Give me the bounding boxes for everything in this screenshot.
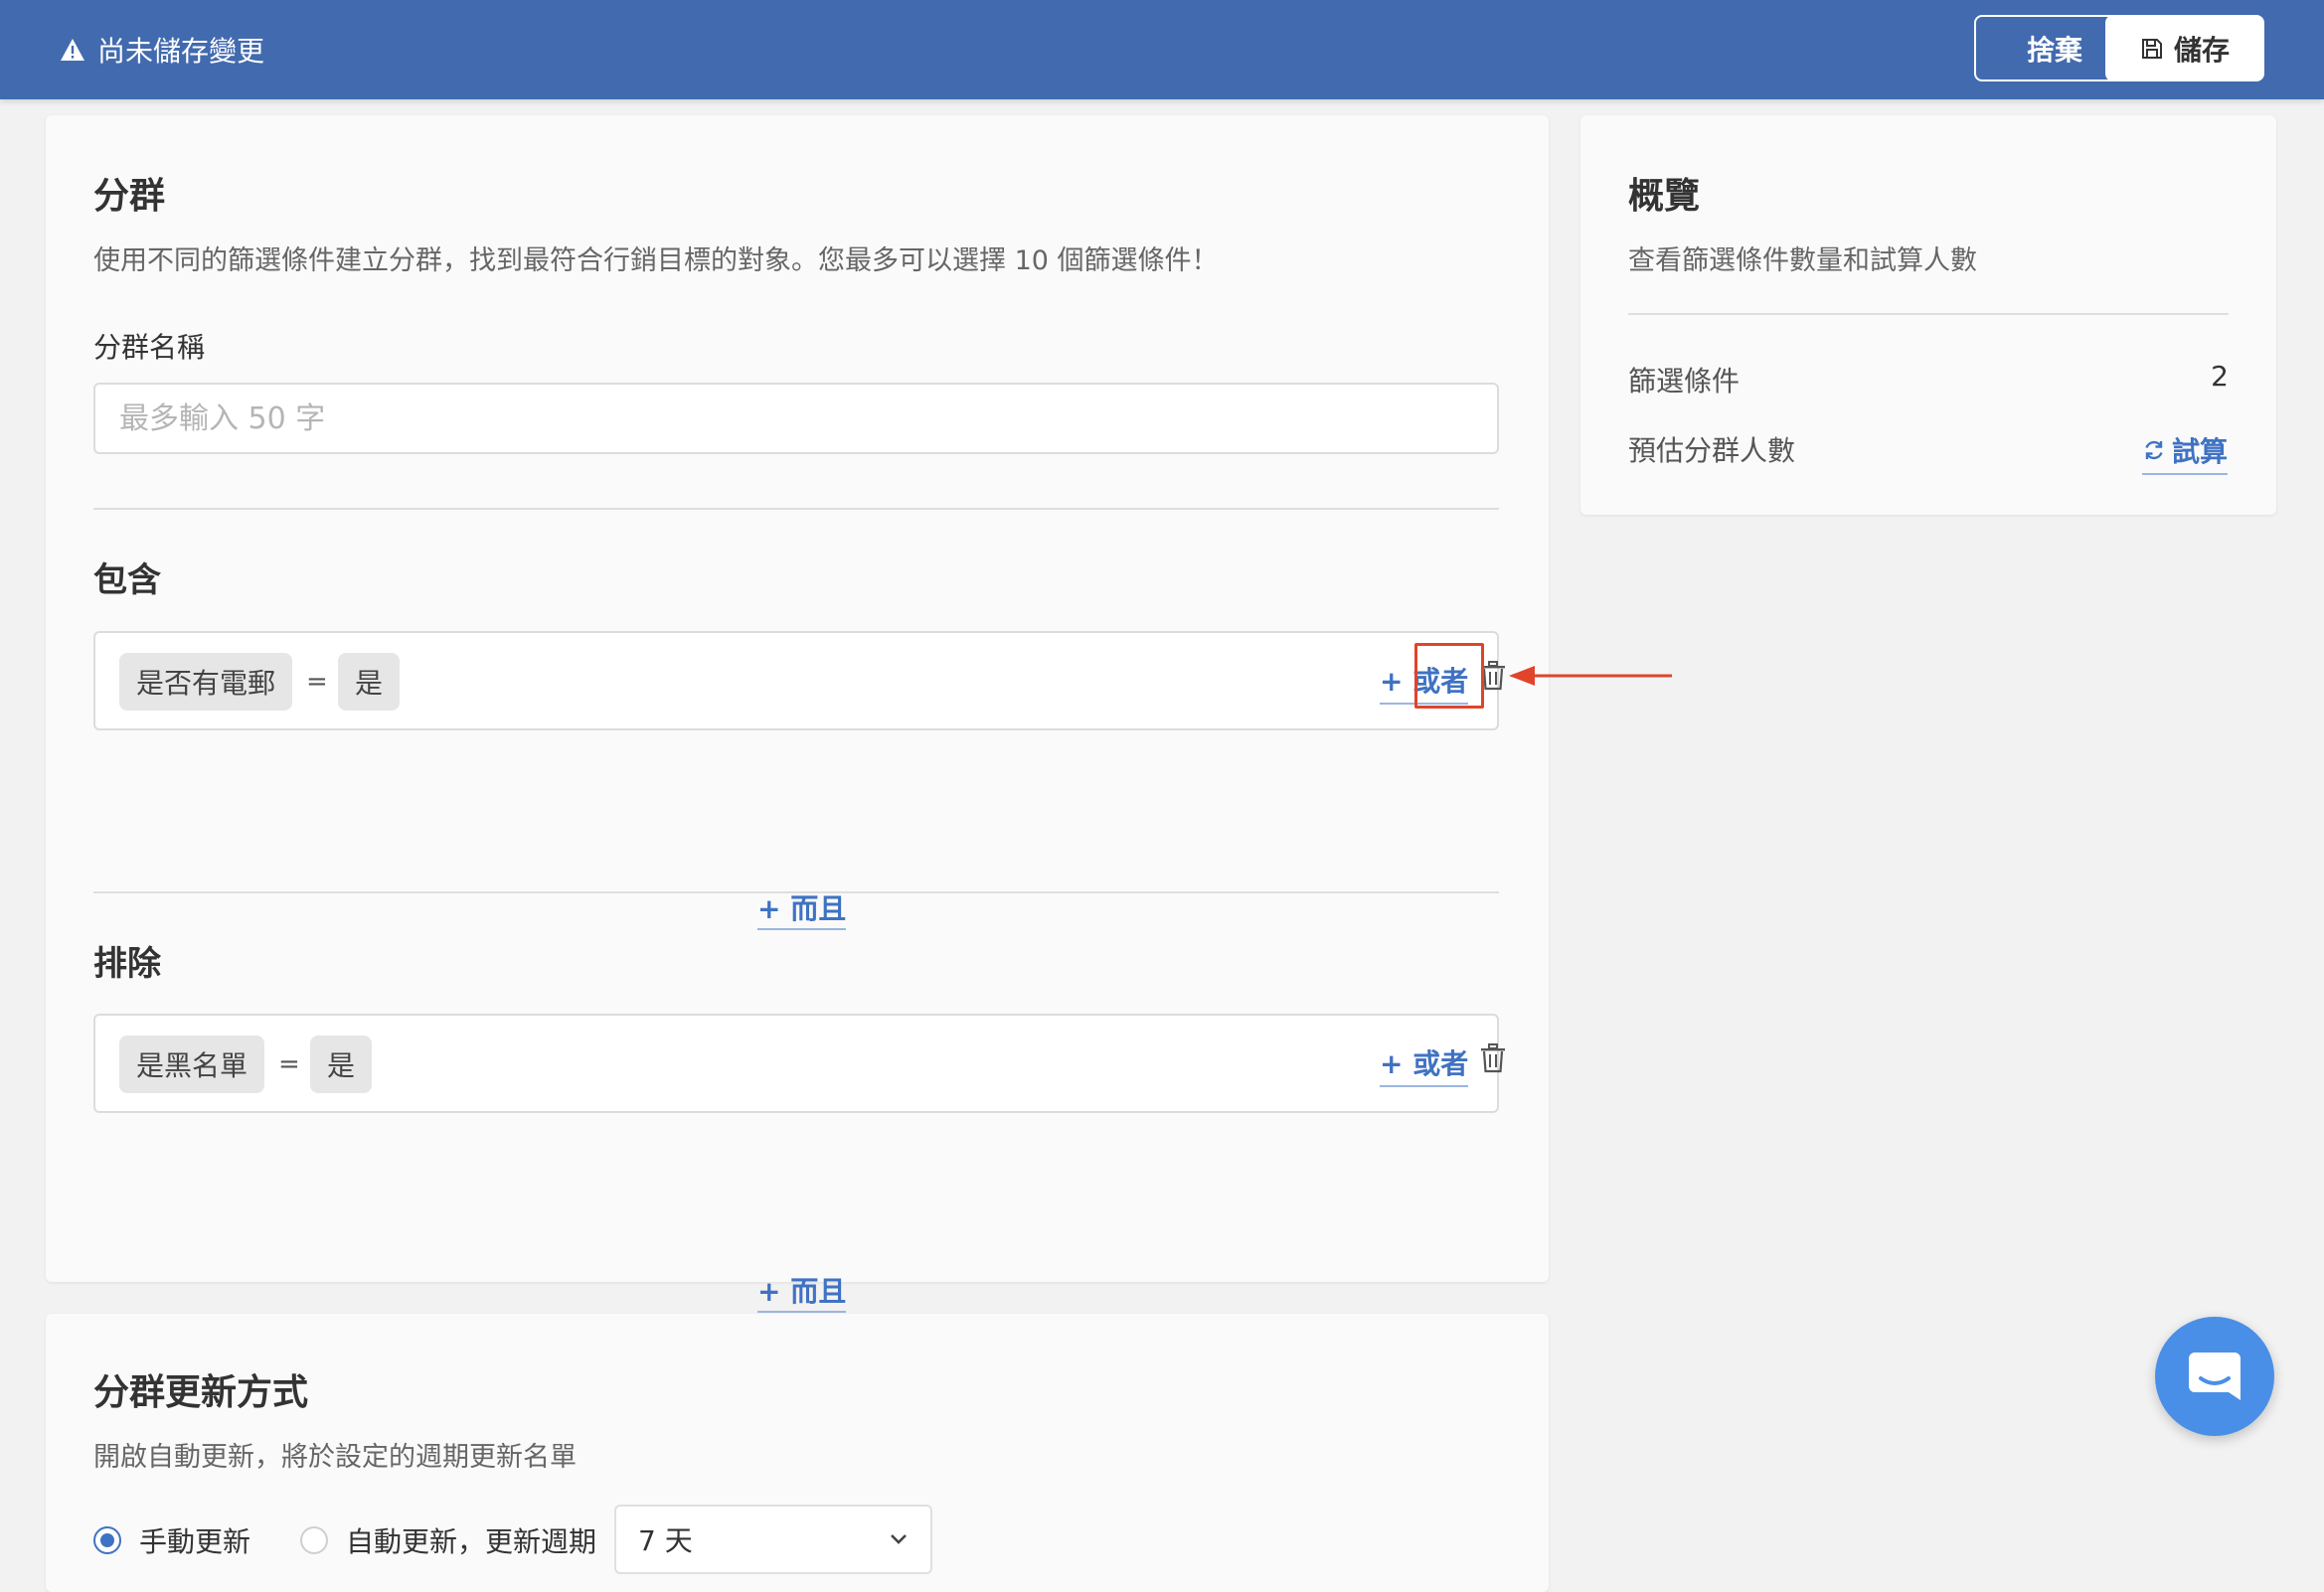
exclude-condition-value[interactable]: 是 [310,1035,373,1093]
refresh-icon [2145,440,2163,460]
save-button-label: 儲存 [2173,33,2230,67]
divider [1628,313,2229,315]
estimate-label: 預估分群人數 [1628,434,1796,467]
trash-icon[interactable] [1479,1043,1507,1073]
exclude-title: 排除 [93,944,161,984]
include-condition-field[interactable]: 是否有電郵 [119,653,293,711]
calculate-link[interactable]: 試算 [2142,427,2229,475]
unsaved-changes-bar: 尚未儲存變更 捨棄 儲存 [0,0,2324,99]
warning-triangle-icon [61,39,84,61]
segment-description: 使用不同的篩選條件建立分群，找到最符合行銷目標的對象。您最多可以選擇 10 個篩… [93,245,1219,276]
exclude-or-link[interactable]: + 或者 [1380,1039,1469,1087]
exclude-condition-field[interactable]: 是黑名單 [119,1035,265,1093]
exclude-condition-operator: = [278,1049,300,1079]
chat-launcher-button[interactable] [2155,1317,2274,1436]
unsaved-warning-text: 尚未儲存變更 [97,35,265,68]
radio-selected-icon [93,1526,121,1554]
exclude-and-link[interactable]: + 而且 [757,1269,847,1313]
radio-unselected-icon [300,1526,328,1554]
include-condition-operator: = [306,667,328,697]
manual-update-label: 手動更新 [139,1525,251,1558]
segment-name-label: 分群名稱 [93,331,206,364]
include-condition-value[interactable]: 是 [338,653,401,711]
overview-description: 查看篩選條件數量和試算人數 [1628,245,1977,276]
discard-button-label: 捨棄 [2026,33,2082,67]
calculate-link-label: 試算 [2172,435,2229,468]
update-method-title: 分群更新方式 [93,1372,309,1413]
include-title: 包含 [93,560,161,600]
filters-count-value: 2 [2211,360,2229,393]
divider [93,891,1499,893]
floppy-disk-icon [2141,38,2162,59]
unsaved-warning: 尚未儲存變更 [60,30,264,70]
segment-title: 分群 [93,176,166,217]
overview-title: 概覽 [1628,176,1701,217]
save-button[interactable]: 儲存 [2105,15,2264,81]
auto-update-radio[interactable]: 自動更新，更新週期 [300,1520,596,1560]
update-method-description: 開啟自動更新，將於設定的週期更新名單 [93,1442,577,1473]
chevron-down-icon [891,1534,907,1544]
segment-name-input[interactable] [93,383,1499,454]
include-condition-group: 是否有電郵 = 是 + 或者 [93,631,1505,730]
filters-count-label: 篩選條件 [1628,365,1741,398]
arrow-left-icon [1509,666,1672,686]
manual-update-radio[interactable]: 手動更新 [93,1520,250,1560]
divider [93,508,1499,510]
auto-update-label: 自動更新，更新週期 [346,1525,597,1558]
exclude-condition-group: 是黑名單 = 是 + 或者 [93,1014,1505,1113]
highlight-box [1414,643,1484,709]
chat-bubble-icon [2189,1353,2241,1400]
segment-card: 分群 使用不同的篩選條件建立分群，找到最符合行銷目標的對象。您最多可以選擇 10… [46,115,1549,1313]
update-period-value: 7 天 [638,1524,693,1557]
